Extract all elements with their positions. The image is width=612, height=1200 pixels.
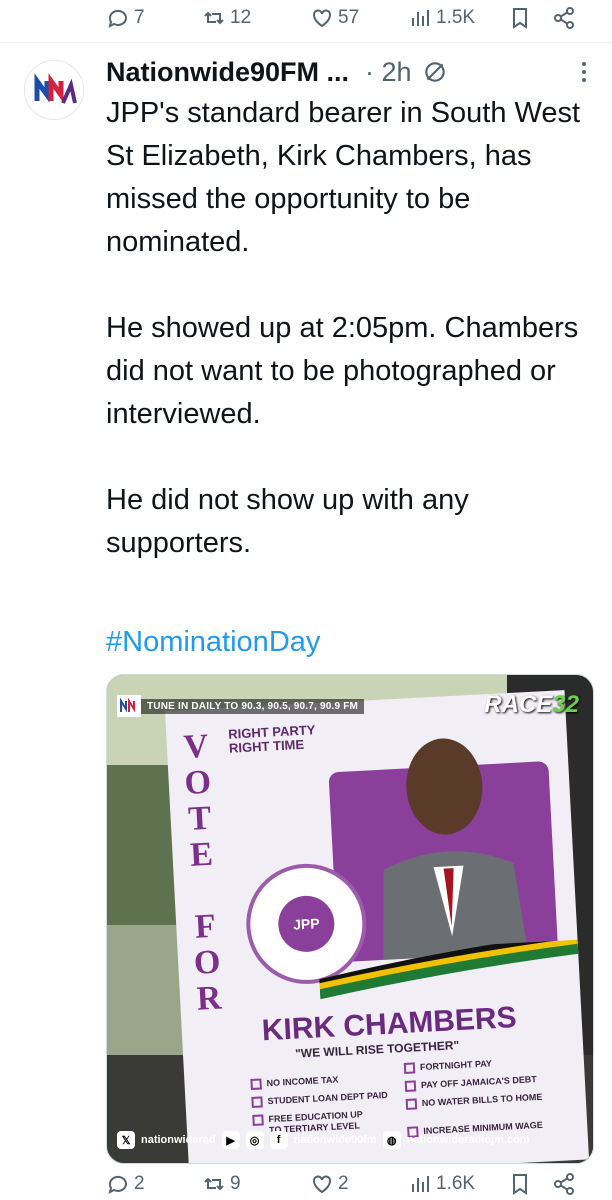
repost-button[interactable]: 9 <box>202 1172 241 1196</box>
instagram-icon: ◎ <box>245 1131 264 1149</box>
reply-count: 2 <box>134 1173 145 1194</box>
x-logo-icon: 𝕏 <box>117 1131 135 1149</box>
social-handles-bar: 𝕏 nationwiderad ▶ ◎ f nationwide90fm ◍ n… <box>107 1127 593 1153</box>
like-count: 2 <box>338 1173 349 1194</box>
hashtag-link[interactable]: #NominationDay <box>106 622 320 662</box>
x-handle: nationwiderad <box>141 1134 216 1146</box>
reply-icon <box>108 9 127 28</box>
views-icon <box>412 10 429 26</box>
facebook-handle: nationwide90fm <box>293 1134 377 1146</box>
candidate-portrait <box>383 738 529 960</box>
race-32-badge: RACE32 <box>484 691 579 718</box>
like-count: 57 <box>338 7 360 28</box>
views-button[interactable]: 1.6K <box>408 1172 475 1196</box>
repost-button[interactable]: 12 <box>202 6 251 30</box>
reply-button[interactable]: 7 <box>106 6 145 30</box>
share-button[interactable] <box>552 6 576 30</box>
views-icon <box>412 1176 429 1192</box>
like-button[interactable]: 2 <box>310 1172 349 1196</box>
tweet-time[interactable]: · 2h <box>365 57 412 88</box>
jpp-seal-text: JPP <box>276 894 336 954</box>
youtube-icon: ▶ <box>221 1131 240 1149</box>
views-button[interactable]: 1.5K <box>408 6 475 30</box>
bottom-action-bar: 2 9 2 1.6K <box>0 1168 612 1200</box>
tweet-header: Nationwide90FM ... · 2h <box>106 52 596 92</box>
more-icon[interactable] <box>572 58 596 86</box>
reply-button[interactable]: 2 <box>106 1172 145 1196</box>
tweet-divider <box>0 42 612 43</box>
bookmark-button[interactable] <box>508 1172 532 1196</box>
like-button[interactable]: 57 <box>310 6 359 30</box>
nationwide-logo-icon <box>25 61 83 119</box>
platform-item: PAY OFF JAMAICA'S DEBT <box>404 1074 537 1092</box>
repost-icon <box>204 1177 224 1191</box>
bookmark-icon <box>513 8 527 29</box>
views-count: 1.6K <box>436 1173 476 1194</box>
share-button[interactable] <box>552 1172 576 1196</box>
avatar[interactable] <box>24 60 84 120</box>
share-icon <box>554 1173 574 1195</box>
grok-icon[interactable] <box>422 59 448 85</box>
right-party-text: RIGHT PARTY RIGHT TIME <box>227 722 316 756</box>
vote-for-text: V O T E F O R <box>182 727 223 1018</box>
platform-item: STUDENT LOAN DEPT PAID <box>251 1090 388 1108</box>
reply-count: 7 <box>134 7 145 28</box>
tweet-media[interactable]: V O T E F O R RIGHT PARTY RIGHT TIME JPP… <box>106 674 594 1164</box>
top-action-bar: 7 12 57 1.5K <box>0 0 612 40</box>
repost-count: 9 <box>230 1173 241 1194</box>
like-icon <box>313 1175 331 1194</box>
platform-item: NO WATER BILLS TO HOME <box>405 1092 546 1110</box>
bookmark-icon <box>513 1174 527 1195</box>
website-text: nationwideradiojm.com <box>406 1134 530 1146</box>
tweet-text: JPP's standard bearer in South West St E… <box>106 97 581 559</box>
platform-item: NO INCOME TAX <box>250 1074 339 1091</box>
author-name[interactable]: Nationwide90FM ... <box>106 57 349 88</box>
share-icon <box>554 7 574 29</box>
views-count: 1.5K <box>436 7 476 28</box>
facebook-icon: f <box>269 1131 288 1149</box>
campaign-flyer: V O T E F O R RIGHT PARTY RIGHT TIME JPP… <box>165 690 590 1163</box>
nationwide-small-logo-icon <box>117 695 141 717</box>
web-icon: ◍ <box>382 1131 401 1149</box>
platform-item: FORTNIGHT PAY <box>403 1058 492 1074</box>
like-icon <box>313 9 331 28</box>
repost-icon <box>204 11 224 25</box>
reply-icon <box>108 1175 127 1194</box>
repost-count: 12 <box>230 7 252 28</box>
tune-in-text: TUNE IN DAILY TO 90.3, 90.5, 90.7, 90.9 … <box>141 698 365 714</box>
bookmark-button[interactable] <box>508 6 532 30</box>
